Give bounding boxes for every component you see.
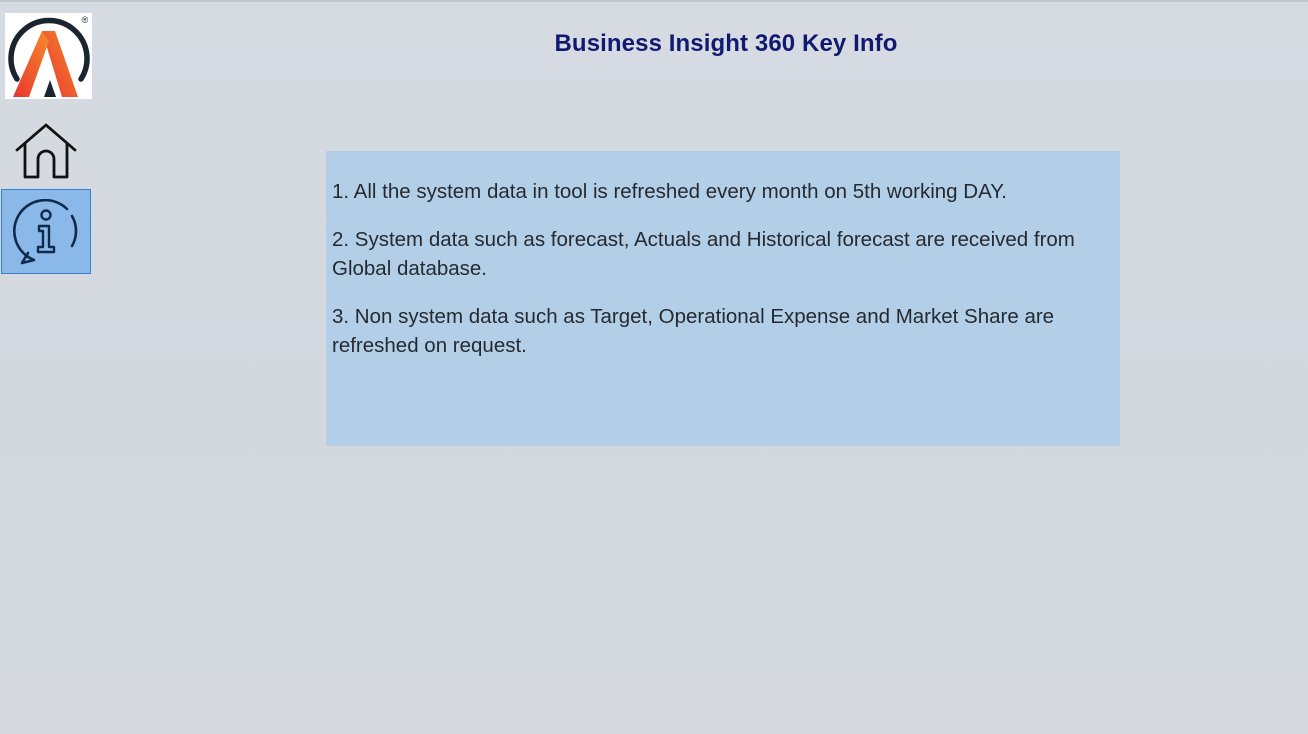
top-border: [0, 0, 1308, 2]
key-info-panel: 1. All the system data in tool is refres…: [326, 151, 1120, 446]
brand-logo: ®: [5, 13, 92, 99]
info-icon: [12, 199, 78, 265]
info-item-system-data-source: 2. System data such as forecast, Actuals…: [332, 228, 1075, 280]
home-icon: [15, 123, 77, 179]
info-item-refresh-schedule: 1. All the system data in tool is refres…: [332, 180, 1007, 203]
page-title: Business Insight 360 Key Info: [554, 30, 898, 57]
brand-logo-icon: ®: [8, 15, 90, 97]
registered-mark: ®: [82, 15, 89, 25]
nav-home-button[interactable]: [14, 121, 78, 181]
info-item-non-system-data: 3. Non system data such as Target, Opera…: [332, 305, 1055, 357]
nav-info-button[interactable]: [1, 189, 91, 274]
